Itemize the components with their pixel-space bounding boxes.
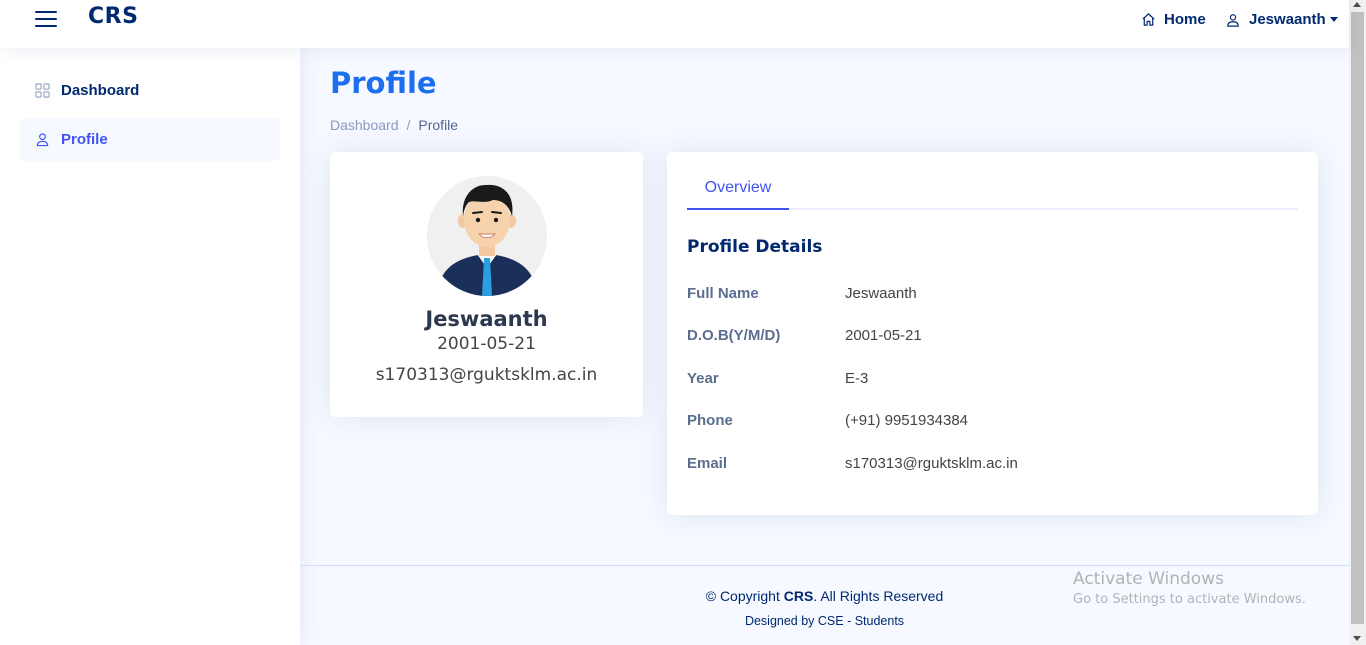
detail-value: s170313@rguktsklm.ac.in [845,455,1018,472]
vertical-scrollbar[interactable] [1349,0,1366,645]
profile-details-card: Overview Profile Details Full Name Jeswa… [667,152,1318,515]
copyright-brand: CRS [783,588,814,604]
detail-row-phone: Phone (+91) 9951934384 [687,412,1298,434]
detail-row-year: Year E-3 [687,370,1298,392]
breadcrumb: Dashboard / Profile [330,117,458,133]
page-title: Profile [330,66,437,100]
detail-label: Email [687,455,728,472]
watermark-title: Activate Windows [1073,569,1224,589]
sidebar-item-label: Profile [61,131,108,148]
detail-value: 2001-05-21 [845,327,922,344]
caret-down-icon [1329,17,1338,22]
sidebar-item-dashboard[interactable]: Dashboard [20,69,280,112]
detail-row-full-name: Full Name Jeswaanth [687,285,1298,307]
user-name: Jeswaanth [1249,11,1326,28]
avatar [427,176,547,296]
grid-icon [35,83,50,98]
detail-label: Full Name [687,285,759,302]
scroll-up-arrow-icon[interactable] [1353,2,1361,7]
home-icon [1142,13,1155,26]
tab-bar: Overview [687,172,1298,210]
scrollbar-thumb[interactable] [1351,12,1364,624]
profile-card: Jeswaanth 2001-05-21 s170313@rguktsklm.a… [330,152,643,417]
logo[interactable]: CRS [88,4,138,29]
user-dropdown[interactable]: Jeswaanth [1226,11,1338,28]
credits: Designed by CSE - Students [744,614,905,628]
detail-value: E-3 [845,370,869,387]
breadcrumb-current: Profile [418,117,459,133]
breadcrumb-link-dashboard[interactable]: Dashboard [330,117,399,133]
profile-dob: 2001-05-21 [437,334,536,354]
activate-windows-watermark: Activate Windows Go to Settings to activ… [1073,569,1306,607]
tab-overview[interactable]: Overview [687,172,789,210]
person-icon [1227,13,1239,27]
nav-home-label: Home [1164,11,1206,28]
sidebar-item-label: Dashboard [61,82,140,99]
detail-value: Jeswaanth [845,285,917,302]
sidebar: Dashboard Profile [0,48,300,645]
breadcrumb-separator: / [406,117,411,133]
detail-label: Phone [687,412,733,429]
scroll-down-arrow-icon[interactable] [1353,636,1361,641]
detail-row-email: Email s170313@rguktsklm.ac.in [687,455,1298,477]
detail-row-dob: D.O.B(Y/M/D) 2001-05-21 [687,327,1298,349]
watermark-subtitle: Go to Settings to activate Windows. [1073,592,1306,607]
detail-value: (+91) 9951934384 [845,412,969,429]
detail-label: D.O.B(Y/M/D) [687,327,781,344]
nav-home-link[interactable]: Home [1141,11,1206,28]
detail-label: Year [687,370,719,387]
top-header: CRS Home Jeswaanth [0,0,1349,48]
section-title: Profile Details [687,237,823,257]
copyright-prefix: © Copyright [705,588,784,604]
menu-toggle-icon[interactable] [35,9,57,29]
sidebar-item-profile[interactable]: Profile [20,118,280,161]
profile-email: s170313@rguktsklm.ac.in [375,365,598,385]
profile-name: Jeswaanth [425,307,548,331]
copyright-suffix: . All Rights Reserved [813,588,944,604]
person-icon [36,133,49,147]
